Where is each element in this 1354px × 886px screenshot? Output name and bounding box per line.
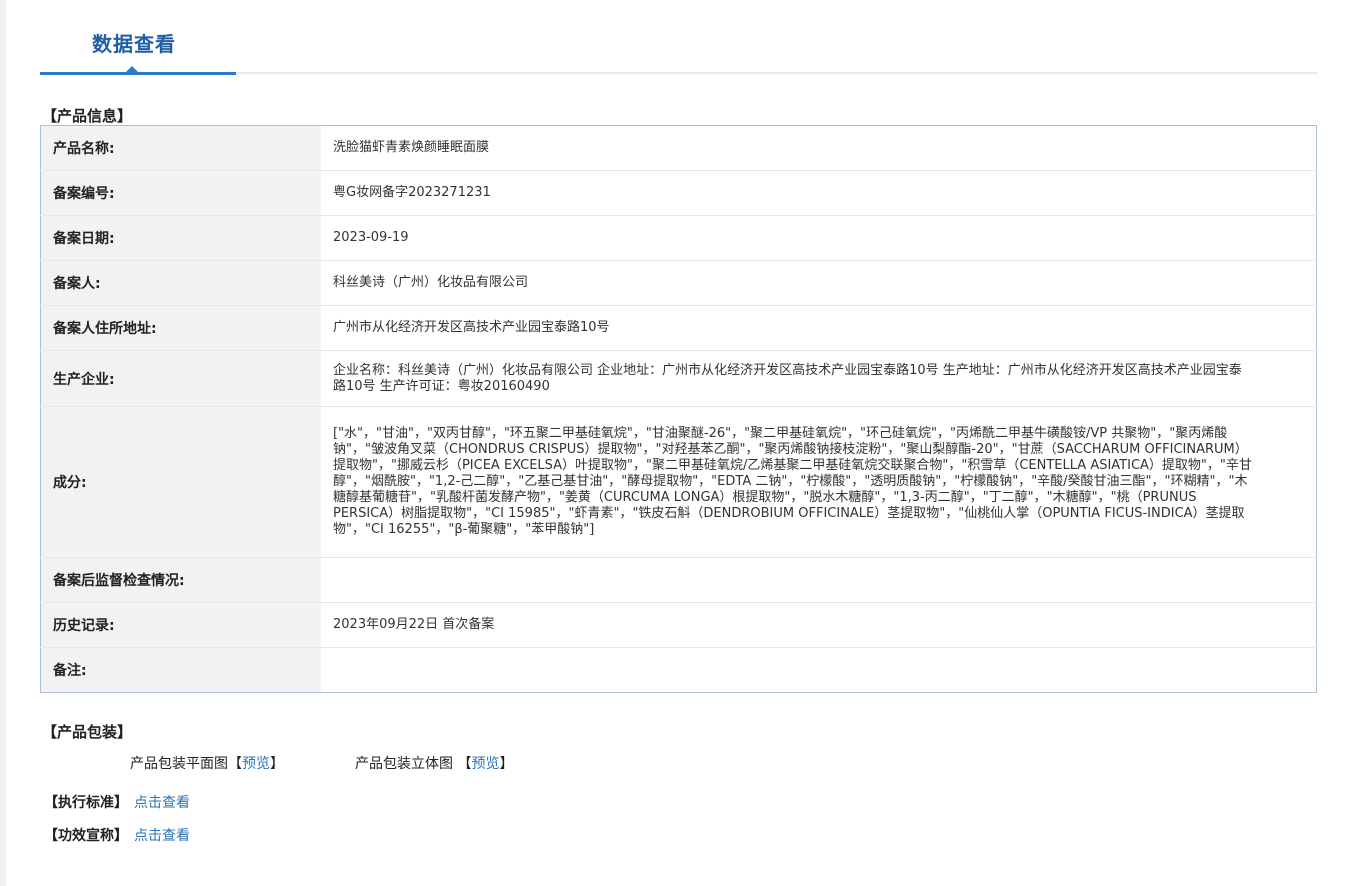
standard-row: 【执行标准】 点击查看 — [44, 792, 190, 812]
table-row: 生产企业: 企业名称：科丝美诗（广州）化妆品有限公司 企业地址：广州市从化经济开… — [40, 350, 1317, 407]
product-info-table: 产品名称: 洗脸猫虾青素焕颜睡眠面膜 备案编号: 粤G妆网备字202327123… — [40, 125, 1317, 693]
preview-flat-link[interactable]: 预览 — [242, 756, 270, 772]
row-label: 备注: — [40, 647, 321, 693]
row-value — [321, 557, 1317, 603]
row-label: 历史记录: — [40, 602, 321, 648]
packaging-solid-label: 产品包装立体图 — [355, 756, 458, 772]
table-row: 备案日期: 2023-09-19 — [40, 215, 1317, 261]
table-row: 备案人住所地址: 广州市从化经济开发区高技术产业园宝泰路10号 — [40, 305, 1317, 351]
row-label: 成分: — [40, 406, 321, 558]
row-label: 备案后监督检查情况: — [40, 557, 321, 603]
preview-solid-link[interactable]: 预览 — [471, 756, 499, 772]
bracket-open: 【 — [457, 756, 472, 772]
row-value: 2023年09月22日 首次备案 — [321, 602, 1317, 648]
efficacy-view-link[interactable]: 点击查看 — [134, 828, 190, 844]
tab-data-view[interactable]: 数据查看 — [92, 28, 176, 57]
packaging-solid: 产品包装立体图 【预览】 — [355, 753, 513, 773]
table-row: 产品名称: 洗脸猫虾青素焕颜睡眠面膜 — [40, 125, 1317, 171]
section-title-packaging: 【产品包装】 — [42, 723, 133, 741]
section-title-product-info: 【产品信息】 — [42, 107, 133, 125]
ingredients-text: ["水"，"甘油"，"双丙甘醇"，"环五聚二甲基硅氧烷"，"甘油聚醚-26"，"… — [333, 426, 1252, 537]
table-row: 历史记录: 2023年09月22日 首次备案 — [40, 602, 1317, 648]
table-row: 备案后监督检查情况: — [40, 557, 1317, 603]
table-row: 备案人: 科丝美诗（广州）化妆品有限公司 — [40, 260, 1317, 306]
row-value: 粤G妆网备字2023271231 — [321, 170, 1317, 216]
row-label: 备案人住所地址: — [40, 305, 321, 351]
row-value: 2023-09-19 — [321, 215, 1317, 261]
efficacy-row: 【功效宣称】 点击查看 — [44, 825, 190, 845]
row-label: 备案编号: — [40, 170, 321, 216]
left-edge-strip — [0, 0, 6, 886]
caret-up-icon — [125, 66, 139, 73]
row-value — [321, 648, 1317, 693]
table-row: 成分: ["水"，"甘油"，"双丙甘醇"，"环五聚二甲基硅氧烷"，"甘油聚醚-2… — [40, 406, 1317, 558]
section-title-efficacy: 【功效宣称】 — [44, 828, 128, 844]
row-value: ["水"，"甘油"，"双丙甘醇"，"环五聚二甲基硅氧烷"，"甘油聚醚-26"，"… — [321, 406, 1317, 558]
row-label: 备案人: — [40, 260, 321, 306]
row-value: 企业名称：科丝美诗（广州）化妆品有限公司 企业地址：广州市从化经济开发区高技术产… — [321, 350, 1317, 407]
standard-view-link[interactable]: 点击查看 — [134, 795, 190, 811]
row-label: 备案日期: — [40, 215, 321, 261]
row-label: 产品名称: — [40, 125, 321, 171]
row-value: 广州市从化经济开发区高技术产业园宝泰路10号 — [321, 305, 1317, 351]
row-value: 洗脸猫虾青素焕颜睡眠面膜 — [321, 125, 1317, 171]
row-label: 生产企业: — [40, 350, 321, 407]
packaging-flat: 产品包装平面图【预览】 — [130, 753, 284, 773]
section-title-standard: 【执行标准】 — [44, 795, 128, 811]
bracket-close: 】 — [499, 756, 514, 772]
bracket-open: 【 — [228, 756, 242, 772]
table-row: 备注: — [40, 647, 1317, 693]
row-value: 科丝美诗（广州）化妆品有限公司 — [321, 260, 1317, 306]
manufacturer-text: 企业名称：科丝美诗（广州）化妆品有限公司 企业地址：广州市从化经济开发区高技术产… — [333, 362, 1242, 394]
packaging-flat-label: 产品包装平面图 — [130, 756, 228, 772]
table-row: 备案编号: 粤G妆网备字2023271231 — [40, 170, 1317, 216]
bracket-close: 】 — [270, 756, 284, 772]
